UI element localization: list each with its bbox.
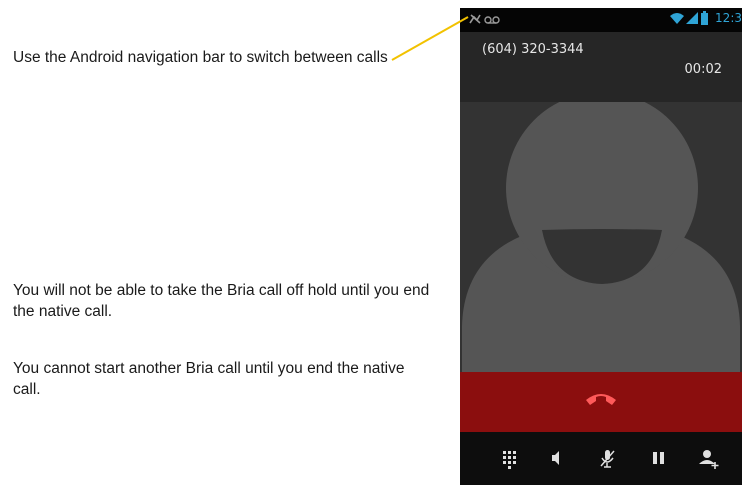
- mute-icon[interactable]: [594, 445, 620, 471]
- battery-icon: [701, 13, 708, 25]
- dialpad-icon[interactable]: [496, 445, 522, 471]
- start-call-note: You cannot start another Bria call until…: [13, 360, 405, 398]
- speaker-icon[interactable]: [543, 445, 569, 471]
- call-controls: [460, 432, 742, 485]
- end-call-icon[interactable]: [584, 388, 618, 413]
- avatar-silhouette-icon: [462, 92, 740, 372]
- call-duration: 00:02: [684, 62, 722, 77]
- status-left-icons: [468, 11, 504, 32]
- navigation-note: Use the Android navigation bar to switch…: [13, 49, 388, 66]
- status-bar: 12:3: [460, 8, 742, 32]
- status-right-icons: [668, 11, 710, 32]
- hold-note: You will not be able to take the Bria ca…: [13, 282, 430, 320]
- call-header: (604) 320-3344 00:02: [460, 32, 742, 102]
- phone-screen: 12:3 (604) 320-3344 00:02: [460, 8, 742, 485]
- voicemail-icon: [484, 16, 500, 24]
- hold-icon[interactable]: [645, 445, 671, 471]
- status-time: 12:3: [715, 11, 742, 25]
- end-call-bar[interactable]: [460, 372, 742, 432]
- contact-avatar: [460, 92, 742, 372]
- caller-number: (604) 320-3344: [482, 42, 584, 57]
- wifi-icon: [670, 13, 684, 24]
- signal-icon: [686, 12, 698, 24]
- add-call-icon[interactable]: [696, 445, 722, 471]
- missed-call-icon: [469, 14, 481, 24]
